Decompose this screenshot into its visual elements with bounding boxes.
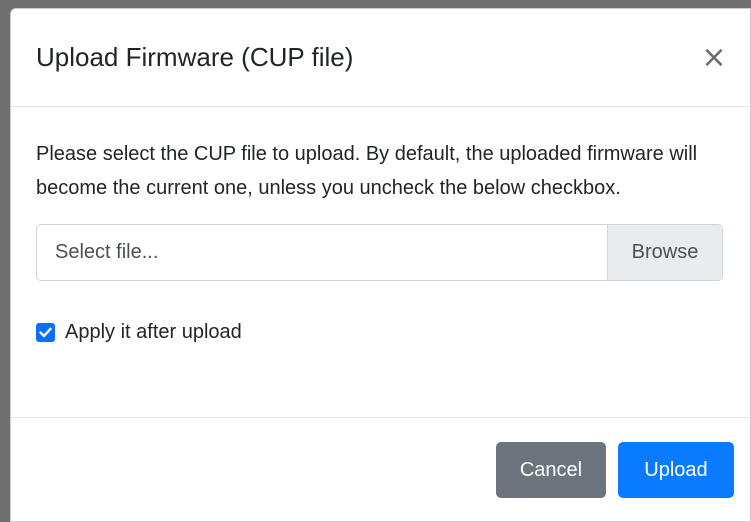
file-input[interactable]: Select file... (37, 225, 607, 280)
cancel-button[interactable]: Cancel (496, 442, 606, 498)
dialog-body: Please select the CUP file to upload. By… (11, 107, 750, 418)
apply-checkbox-row: Apply it after upload (36, 321, 725, 344)
checkmark-icon (39, 327, 52, 338)
dialog-footer: Cancel Upload (11, 418, 750, 521)
dialog-header: Upload Firmware (CUP file) × (11, 9, 750, 107)
apply-after-upload-label[interactable]: Apply it after upload (65, 321, 242, 344)
upload-button[interactable]: Upload (618, 442, 734, 498)
upload-firmware-dialog: Upload Firmware (CUP file) × Please sele… (10, 8, 751, 522)
dialog-description: Please select the CUP file to upload. By… (36, 143, 698, 199)
close-icon[interactable]: × (694, 38, 734, 78)
dialog-title: Upload Firmware (CUP file) (36, 42, 354, 72)
file-input-group[interactable]: Select file... Browse (36, 224, 723, 281)
apply-after-upload-checkbox[interactable] (36, 323, 55, 342)
browse-button[interactable]: Browse (607, 225, 722, 280)
